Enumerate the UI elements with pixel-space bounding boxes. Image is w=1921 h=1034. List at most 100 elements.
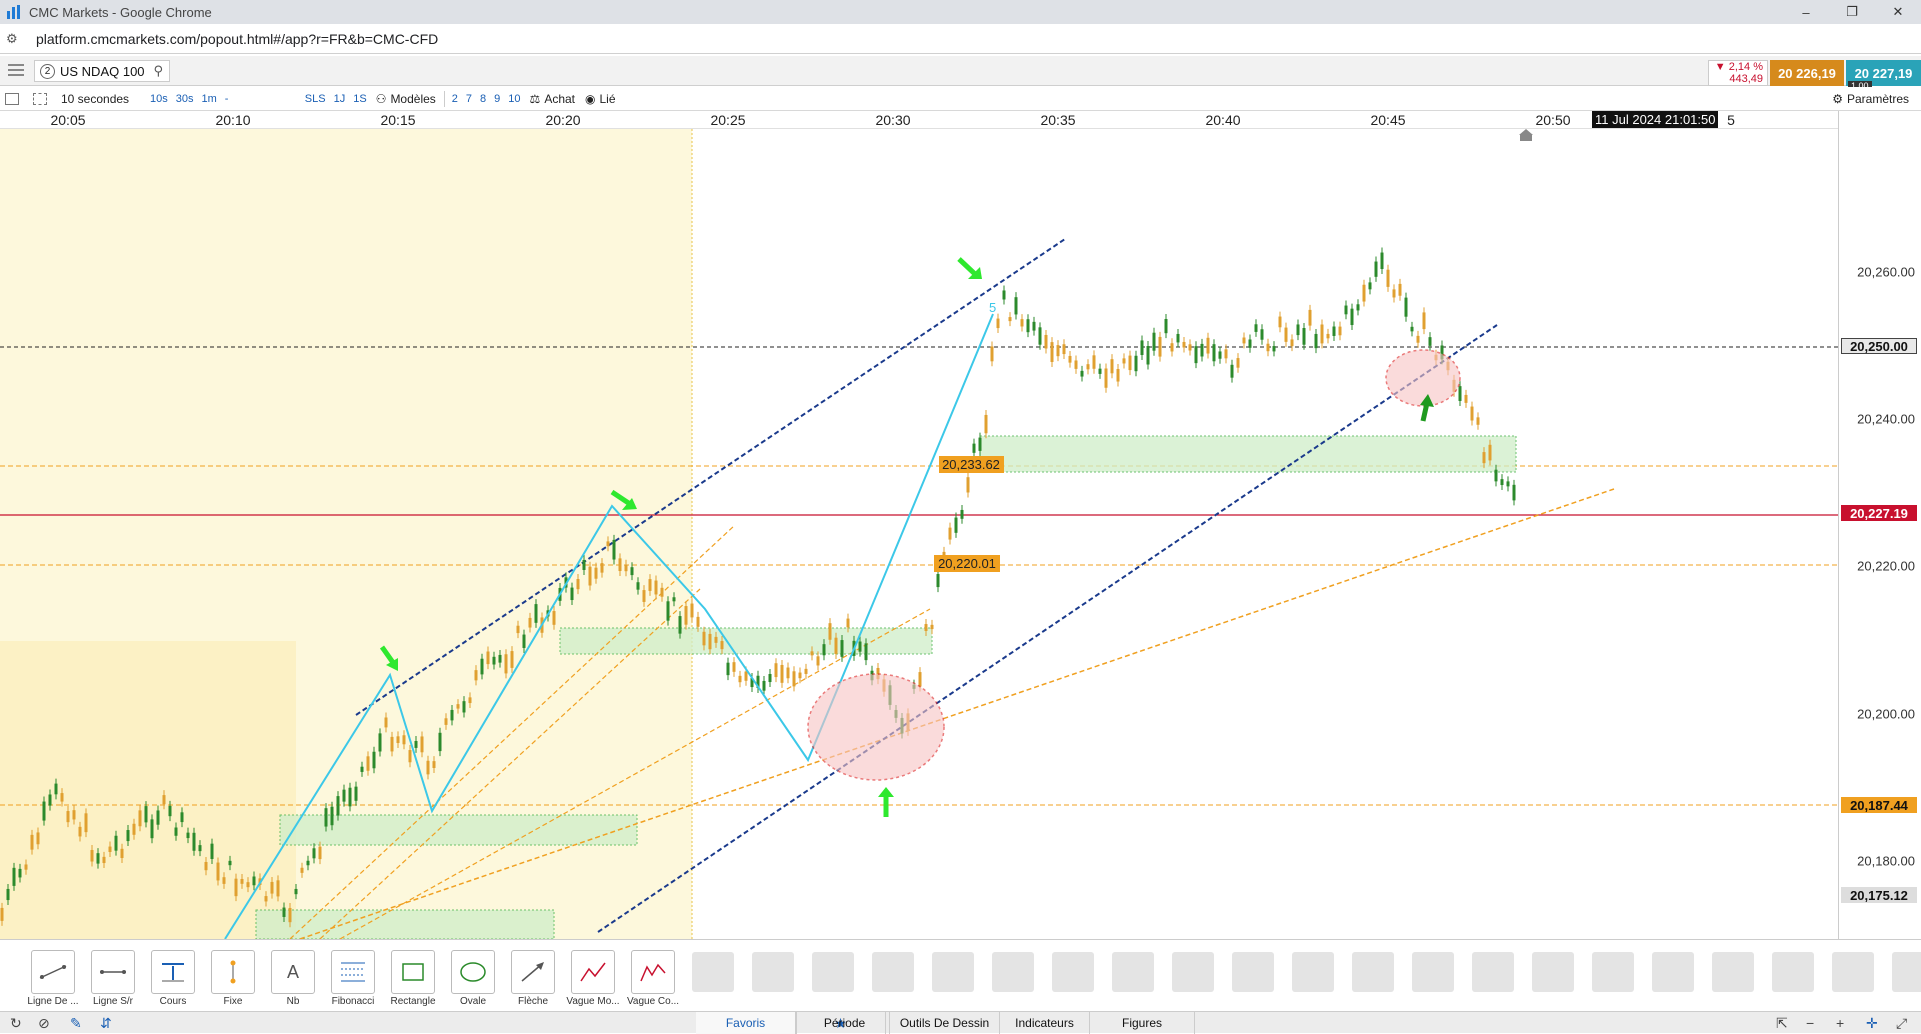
candle-body bbox=[30, 834, 34, 850]
interval-1m[interactable]: 1m bbox=[198, 93, 221, 105]
sls-button[interactable]: SLS bbox=[301, 93, 330, 105]
empty-tool-slot[interactable] bbox=[1352, 952, 1394, 992]
zoom-in-icon[interactable]: + bbox=[1836, 1015, 1844, 1031]
demand-zone-lower[interactable] bbox=[279, 814, 638, 846]
tool-wave-motive[interactable]: Vague Mo... bbox=[563, 950, 623, 1007]
candle-body bbox=[1092, 355, 1096, 369]
empty-tool-slot[interactable] bbox=[1472, 952, 1514, 992]
model-8[interactable]: 8 bbox=[476, 93, 490, 105]
chart-type-icon[interactable] bbox=[0, 87, 28, 111]
green-arrow-icon[interactable] bbox=[878, 787, 894, 817]
expand-icon[interactable]: ⇱ bbox=[1776, 1015, 1788, 1032]
linked-button[interactable]: ◉ Lié bbox=[580, 87, 621, 111]
tool-price[interactable]: Cours bbox=[143, 950, 203, 1007]
tool-text[interactable]: A Nb bbox=[263, 950, 323, 1007]
empty-tool-slot[interactable] bbox=[1652, 952, 1694, 992]
empty-tool-slot[interactable] bbox=[812, 952, 854, 992]
candle-body bbox=[1116, 369, 1120, 382]
empty-tool-slot[interactable] bbox=[1772, 952, 1814, 992]
empty-tool-slot[interactable] bbox=[1532, 952, 1574, 992]
tool-rectangle[interactable]: Rectangle bbox=[383, 950, 443, 1007]
empty-tool-slot[interactable] bbox=[1172, 952, 1214, 992]
candle-body bbox=[954, 517, 958, 533]
empty-tool-slot[interactable] bbox=[1832, 952, 1874, 992]
tool-sr-line[interactable]: Ligne S/r bbox=[83, 950, 143, 1007]
tab-figures[interactable]: Figures bbox=[1090, 1012, 1195, 1034]
tool-oval[interactable]: Ovale bbox=[443, 950, 503, 1007]
empty-tool-slot[interactable] bbox=[692, 952, 734, 992]
layout-icon[interactable] bbox=[28, 87, 56, 111]
candle-body bbox=[684, 606, 688, 625]
tool-label: Vague Mo... bbox=[566, 996, 620, 1007]
tool-fixed[interactable]: Fixe bbox=[203, 950, 263, 1007]
candle-body bbox=[336, 796, 340, 816]
model-2[interactable]: 2 bbox=[448, 93, 462, 105]
time-tick: 20:35 bbox=[1040, 112, 1076, 128]
candle-body bbox=[780, 664, 784, 683]
demand-zone-bottom[interactable] bbox=[255, 909, 555, 939]
settings-button[interactable]: ⚙ Paramètres bbox=[1832, 87, 1909, 111]
empty-tool-slot[interactable] bbox=[1892, 952, 1921, 992]
tab-period[interactable]: Période bbox=[800, 1012, 890, 1034]
empty-tool-slot[interactable] bbox=[1112, 952, 1154, 992]
maximize-button[interactable]: ❐ bbox=[1829, 0, 1875, 24]
model-10[interactable]: 10 bbox=[504, 93, 524, 105]
close-button[interactable]: ✕ bbox=[1875, 0, 1921, 24]
sell-price-button[interactable]: 20 226,19 bbox=[1770, 60, 1844, 86]
site-info-icon[interactable]: ⚙ bbox=[6, 31, 30, 47]
empty-tool-slot[interactable] bbox=[1052, 952, 1094, 992]
empty-tool-slot[interactable] bbox=[1232, 952, 1274, 992]
minimize-button[interactable]: – bbox=[1783, 0, 1829, 24]
empty-tool-slot[interactable] bbox=[1412, 952, 1454, 992]
candle-body bbox=[228, 860, 232, 866]
alert-bell-icon[interactable] bbox=[1519, 129, 1533, 141]
green-arrow-icon[interactable] bbox=[957, 257, 982, 279]
models-button[interactable]: ⚇ Modèles bbox=[371, 87, 441, 111]
buy-button[interactable]: ⚖ Achat bbox=[525, 87, 580, 111]
magnet-icon[interactable]: ⇵ bbox=[100, 1015, 112, 1032]
empty-tool-slot[interactable] bbox=[872, 952, 914, 992]
tool-wave-corrective[interactable]: Vague Co... bbox=[623, 950, 683, 1007]
address-bar[interactable]: ⚙ platform.cmcmarkets.com/popout.html#/a… bbox=[0, 24, 1921, 54]
empty-tool-slot[interactable] bbox=[992, 952, 1034, 992]
empty-tool-slot[interactable] bbox=[1592, 952, 1634, 992]
price-chart[interactable]: 5 20,233.62 20,220.01 bbox=[0, 129, 1838, 939]
tool-arrow[interactable]: Flèche bbox=[503, 950, 563, 1007]
range-1j[interactable]: 1J bbox=[330, 93, 350, 105]
level-tag-233: 20,233.62 bbox=[942, 457, 1000, 472]
pencil-icon[interactable]: ✎ bbox=[70, 1015, 82, 1032]
interval-10s[interactable]: 10s bbox=[146, 93, 172, 105]
demand-zone-upper[interactable] bbox=[979, 435, 1517, 473]
zoom-out-icon[interactable]: − bbox=[1806, 1015, 1814, 1031]
candle-body bbox=[414, 740, 418, 748]
disable-icon[interactable]: ⊘ bbox=[38, 1015, 50, 1032]
tool-trend-line[interactable]: Ligne De ... bbox=[23, 950, 83, 1007]
tab-indicators[interactable]: Indicateurs bbox=[1000, 1012, 1090, 1034]
candle-body bbox=[936, 574, 940, 588]
demand-zone-middle[interactable] bbox=[559, 627, 933, 655]
model-9[interactable]: 9 bbox=[490, 93, 504, 105]
empty-tool-slot[interactable] bbox=[1712, 952, 1754, 992]
highlight-ellipse-high[interactable] bbox=[1385, 349, 1461, 407]
interval-more[interactable]: - bbox=[221, 93, 301, 105]
empty-tool-slot[interactable] bbox=[1292, 952, 1334, 992]
interval-30s[interactable]: 30s bbox=[172, 93, 198, 105]
highlight-ellipse-low[interactable] bbox=[807, 673, 945, 781]
range-1s[interactable]: 1S bbox=[349, 93, 370, 105]
tab-drawing-tools[interactable]: Outils De Dessin bbox=[890, 1012, 1000, 1034]
fullscreen-icon[interactable]: ⤢ bbox=[1896, 1015, 1907, 1032]
refresh-icon[interactable]: ↻ bbox=[10, 1015, 22, 1032]
crosshair-icon[interactable]: ✛ bbox=[1866, 1015, 1878, 1032]
hamburger-menu-icon[interactable] bbox=[8, 64, 24, 78]
buy-price-button[interactable]: 20 227,19 1,00 bbox=[1846, 60, 1921, 91]
interval-select[interactable]: 10 secondes bbox=[56, 87, 146, 111]
tool-fibonacci[interactable]: Fibonacci bbox=[323, 950, 383, 1007]
url-text[interactable]: platform.cmcmarkets.com/popout.html#/app… bbox=[36, 31, 438, 47]
price-axis[interactable]: 20,260.00 20,240.00 20,220.00 20,200.00 … bbox=[1838, 111, 1921, 939]
tab-favorites[interactable]: Favoris bbox=[696, 1012, 796, 1034]
empty-tool-slot[interactable] bbox=[752, 952, 794, 992]
model-7[interactable]: 7 bbox=[462, 93, 476, 105]
instrument-selector[interactable]: 2 US NDAQ 100 ⚲ bbox=[34, 60, 170, 82]
search-icon[interactable]: ⚲ bbox=[154, 63, 164, 79]
empty-tool-slot[interactable] bbox=[932, 952, 974, 992]
